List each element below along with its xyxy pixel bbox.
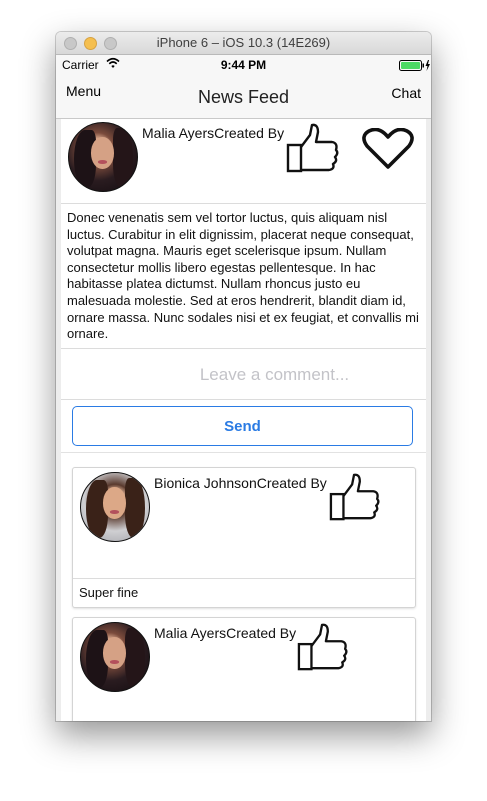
author-name: Malia Ayers	[154, 625, 227, 641]
comment-card: Malia AyersCreated By	[72, 617, 416, 721]
status-time: 9:44 PM	[220, 58, 267, 72]
window-titlebar: iPhone 6 – iOS 10.3 (14E269)	[56, 32, 431, 55]
author-name: Bionica Johnson	[154, 475, 257, 491]
comment-input[interactable]	[61, 350, 426, 400]
divider	[61, 452, 426, 453]
thumbs-up-icon[interactable]	[297, 622, 349, 677]
avatar[interactable]	[80, 622, 150, 692]
thumbs-up-icon[interactable]	[286, 123, 340, 178]
navigation-bar: Menu News Feed Chat	[56, 75, 431, 119]
post-author: Malia AyersCreated By	[142, 125, 284, 141]
simulator-window: iPhone 6 – iOS 10.3 (14E269) Carrier 9:4…	[56, 32, 431, 721]
post-body: Donec venenatis sem vel tortor luctus, q…	[61, 204, 426, 349]
post-header: Malia AyersCreated By	[61, 119, 426, 204]
charging-icon	[425, 60, 430, 71]
chat-button[interactable]: Chat	[391, 85, 421, 101]
battery-icon	[399, 60, 430, 71]
avatar[interactable]	[80, 472, 150, 542]
created-by-label: Created By	[226, 625, 297, 641]
comment-text: Super fine	[73, 578, 415, 606]
comment-author: Bionica JohnsonCreated By	[154, 475, 327, 491]
thumbs-up-icon[interactable]	[329, 472, 381, 527]
comment-card: Bionica JohnsonCreated By Super fine	[72, 467, 416, 608]
heart-icon[interactable]	[362, 127, 414, 175]
page-title: News Feed	[197, 87, 290, 107]
send-button[interactable]: Send	[72, 406, 413, 446]
author-name: Malia Ayers	[142, 125, 215, 141]
comment-author: Malia AyersCreated By	[154, 625, 296, 641]
avatar[interactable]	[68, 122, 138, 192]
created-by-label: Created By	[214, 125, 285, 141]
created-by-label: Created By	[256, 475, 327, 491]
window-title: iPhone 6 – iOS 10.3 (14E269)	[156, 35, 331, 50]
feed-post: Malia AyersCreated By Donec venenatis se…	[61, 119, 426, 721]
news-feed[interactable]: Malia AyersCreated By Donec venenatis se…	[56, 119, 431, 721]
status-bar: Carrier 9:44 PM	[56, 55, 431, 75]
